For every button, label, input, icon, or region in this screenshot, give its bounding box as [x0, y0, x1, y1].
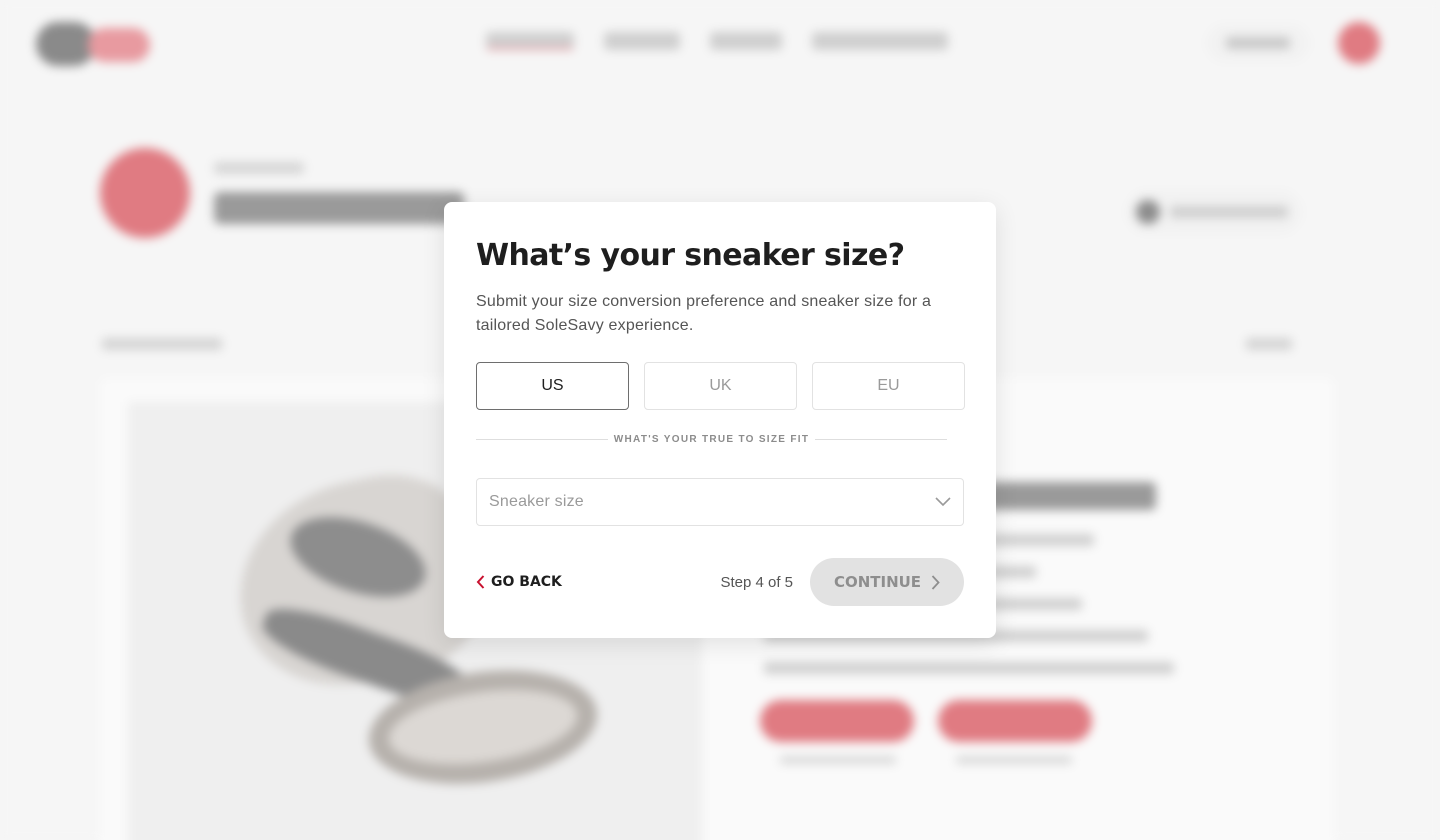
divider-line [815, 439, 948, 440]
profile-avatar [100, 148, 190, 238]
continue-label: CONTINUE [833, 573, 922, 591]
chevron-left-icon [476, 575, 485, 589]
section-label [102, 338, 222, 350]
section-link[interactable] [1246, 338, 1292, 350]
feature-line [764, 662, 1174, 674]
chevron-down-icon [935, 497, 951, 507]
sneaker-size-modal: What’s your sneaker size? Submit your si… [444, 202, 996, 638]
divider-label: WHAT'S YOUR TRUE TO SIZE FIT [613, 434, 810, 445]
main-nav [486, 32, 948, 50]
step-indicator: Step 4 of 5 [720, 573, 793, 591]
unit-option-uk[interactable]: UK [644, 362, 797, 410]
sneaker-size-select[interactable]: Sneaker size [476, 478, 964, 526]
cta-button[interactable] [760, 700, 914, 742]
go-back-button[interactable]: GO BACK [476, 574, 562, 590]
nav-item-active[interactable] [486, 32, 574, 50]
site-header [0, 0, 1440, 86]
unit-option-eu[interactable]: EU [812, 362, 965, 410]
profile-pill-button[interactable] [1126, 190, 1302, 234]
modal-footer: GO BACK Step 4 of 5 CONTINUE [476, 558, 964, 606]
header-button[interactable] [1206, 24, 1310, 62]
go-back-label: GO BACK [491, 574, 562, 590]
unit-option-us[interactable]: US [476, 362, 629, 410]
fit-divider: WHAT'S YOUR TRUE TO SIZE FIT [476, 434, 948, 445]
cta-button[interactable] [938, 700, 1092, 742]
chevron-right-icon [931, 574, 940, 590]
welcome-heading [214, 192, 464, 224]
profile-subtitle [214, 162, 304, 174]
cta-caption [956, 756, 1072, 764]
size-unit-selector: US UK EU [476, 362, 965, 410]
nav-item[interactable] [604, 32, 680, 50]
cta-caption [780, 756, 896, 764]
site-logo[interactable] [36, 22, 156, 66]
divider-line [476, 439, 608, 440]
nav-item-dropdown[interactable] [710, 32, 782, 50]
modal-title: What’s your sneaker size? [476, 238, 905, 273]
select-placeholder: Sneaker size [489, 493, 584, 510]
continue-button[interactable]: CONTINUE [810, 558, 964, 606]
modal-description: Submit your size conversion preference a… [476, 293, 932, 334]
user-avatar[interactable] [1338, 22, 1380, 64]
nav-item[interactable] [812, 32, 948, 50]
